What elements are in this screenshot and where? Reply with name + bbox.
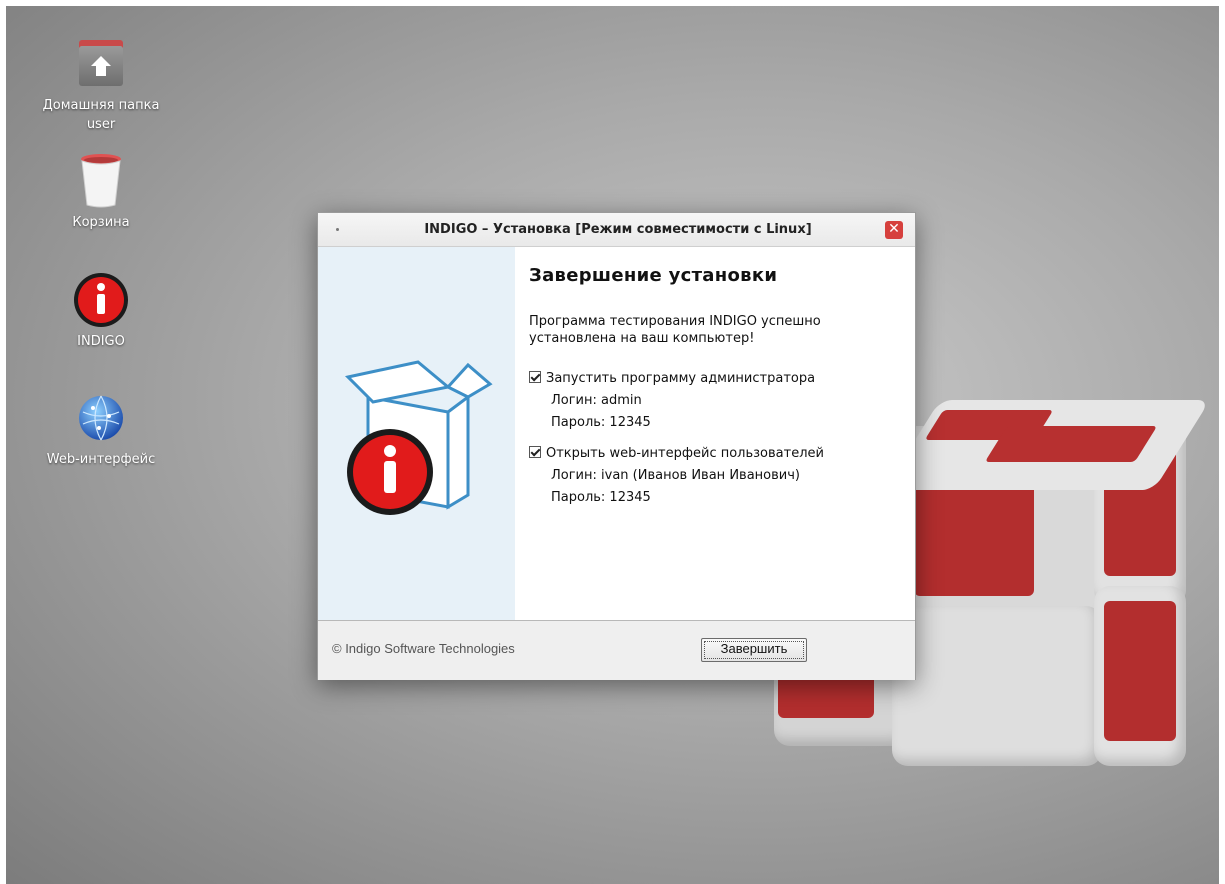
desktop-icon-label: Домашняя папка user — [42, 98, 160, 132]
description-text: Программа тестирования INDIGO успешно ус… — [529, 314, 821, 346]
info-icon — [71, 270, 131, 330]
web-password: Пароль: 12345 — [551, 490, 651, 505]
desktop-icon-label: Web-интерфейс — [46, 452, 156, 467]
banner-panel — [318, 247, 515, 620]
window-menu-icon[interactable] — [336, 228, 339, 231]
option-web: Открыть web-интерфейс пользователей Логи… — [529, 443, 824, 509]
admin-login: Логин: admin — [551, 393, 642, 408]
desktop-icon-label: Корзина — [72, 215, 130, 230]
globe-icon — [71, 388, 131, 448]
page-title: Завершение установки — [529, 265, 778, 286]
web-login: Логин: ivan (Иванов Иван Иванович) — [551, 468, 800, 483]
desktop-icon-trash[interactable]: Корзина — [41, 151, 161, 232]
close-button[interactable]: ✕ — [885, 221, 903, 239]
admin-checkbox-row[interactable]: Запустить программу администратора — [529, 368, 815, 390]
admin-checkbox-label: Запустить программу администратора — [546, 371, 816, 386]
content-panel: Завершение установки Программа тестирова… — [515, 247, 915, 620]
title-bar[interactable]: INDIGO – Установка [Режим совместимости … — [318, 213, 915, 247]
web-checkbox[interactable] — [529, 446, 541, 458]
finish-button[interactable]: Завершить — [701, 638, 807, 662]
admin-password: Пароль: 12345 — [551, 415, 651, 430]
option-admin: Запустить программу администратора Логин… — [529, 368, 815, 434]
desktop-icon-home[interactable]: Домашняя папка user — [41, 34, 161, 134]
trash-icon — [71, 151, 131, 211]
home-folder-icon — [71, 34, 131, 94]
copyright-text: © Indigo Software Technologies — [332, 641, 515, 656]
window-title: INDIGO – Установка [Режим совместимости … — [424, 222, 812, 237]
desktop-icon-web[interactable]: Web-интерфейс — [41, 388, 161, 469]
web-checkbox-row[interactable]: Открыть web-интерфейс пользователей — [529, 443, 824, 465]
admin-checkbox[interactable] — [529, 371, 541, 383]
install-box-icon — [344, 360, 493, 515]
window-footer: © Indigo Software Technologies Завершить — [318, 620, 915, 680]
desktop-icon-label: INDIGO — [77, 334, 125, 349]
installer-window: INDIGO – Установка [Режим совместимости … — [317, 212, 916, 680]
desktop-icon-indigo[interactable]: INDIGO — [41, 270, 161, 351]
web-checkbox-label: Открыть web-интерфейс пользователей — [546, 446, 824, 461]
